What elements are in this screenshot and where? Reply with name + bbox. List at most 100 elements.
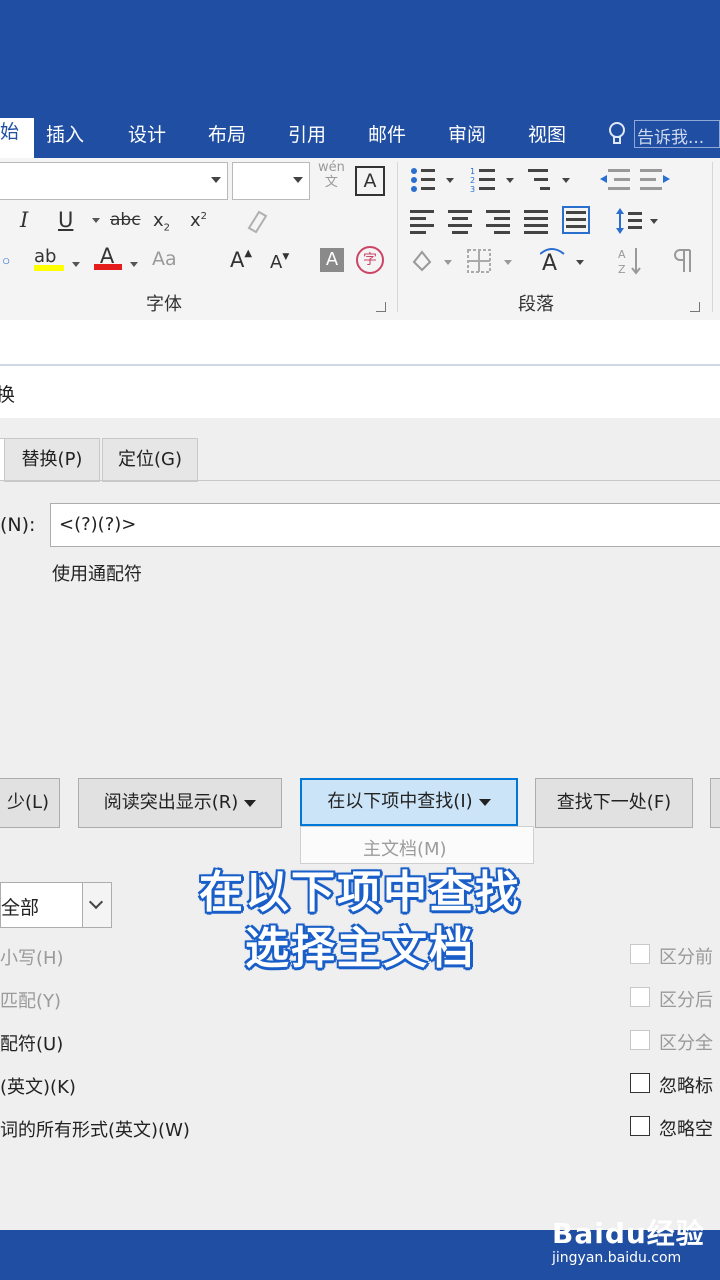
chevron-down-icon[interactable] (72, 262, 80, 267)
find-next-button[interactable]: 查找下一处(F) (535, 778, 693, 828)
chevron-down-icon (244, 799, 257, 807)
checkbox-match-width[interactable] (630, 1030, 650, 1050)
option-whole-word[interactable]: 字匹配(Y) (0, 987, 61, 1013)
phonetic-guide-bottom: 文 (324, 175, 338, 190)
find-in-button[interactable]: 在以下项中查找(I) (300, 778, 518, 826)
paragraph-group-label: 段落 (518, 294, 554, 315)
option-whole-word-label: 字匹配(Y) (0, 991, 62, 1012)
phonetic-guide-top: wén (318, 160, 345, 175)
font-color-button[interactable]: A (94, 244, 122, 270)
text-effects-fragment-icon[interactable]: ◦ (0, 250, 12, 274)
chevron-down-icon[interactable] (130, 262, 138, 267)
caption-line-1: 在以下项中查找 (199, 867, 521, 918)
tab-mailings[interactable]: 邮件 (368, 120, 406, 147)
decrease-indent-icon[interactable] (598, 166, 632, 194)
dialog-title-bar: 换 (0, 366, 720, 418)
tell-me-search[interactable]: 告诉我... (606, 118, 720, 148)
svg-text:3: 3 (470, 185, 475, 194)
reading-highlight-button[interactable]: 阅读突出显示(R) (78, 778, 282, 828)
paragraph-shading-icon[interactable] (410, 248, 456, 276)
chevron-down-icon (478, 798, 491, 806)
numbering-icon[interactable]: 1 2 3 (470, 166, 520, 194)
tab-layout[interactable]: 布局 (208, 120, 246, 147)
ribbon-tabs: 始 插入 设计 布局 引用 邮件 审阅 视图 告诉我... (0, 110, 720, 158)
option-match-suffix-label: 区分后 (659, 990, 713, 1011)
align-right-icon[interactable] (486, 208, 514, 234)
superscript-x: x (190, 210, 201, 231)
tab-review[interactable]: 审阅 (448, 120, 486, 147)
grow-font-button[interactable]: A▲ (230, 248, 252, 272)
increase-indent-icon[interactable] (638, 166, 672, 194)
font-name-combo[interactable] (0, 162, 228, 200)
tab-replace[interactable]: 替换(P) (4, 438, 100, 482)
sort-icon[interactable]: AZ (616, 246, 646, 276)
cancel-button[interactable] (710, 778, 720, 828)
group-separator (712, 162, 713, 312)
asian-layout-icon[interactable]: A (540, 246, 590, 276)
line-spacing-icon[interactable] (614, 206, 660, 236)
bullets-icon[interactable] (410, 166, 470, 194)
chevron-down-icon[interactable] (92, 218, 100, 223)
tab-view[interactable]: 视图 (528, 120, 566, 147)
lightbulb-icon (609, 122, 625, 144)
strikethrough-button[interactable]: abc (110, 210, 141, 230)
options-note: 使用通配符 (52, 564, 142, 585)
enclosed-char-button[interactable]: 字 (356, 246, 384, 274)
svg-text:1: 1 (470, 167, 475, 176)
show-marks-icon[interactable] (670, 246, 700, 276)
checkbox-ignore-punctuation[interactable] (630, 1073, 650, 1093)
enclose-char-icon[interactable]: A (355, 166, 385, 196)
char-shading-button[interactable]: A (320, 248, 344, 272)
find-what-input[interactable]: <(?)(?)> (50, 503, 720, 547)
group-separator (397, 162, 398, 312)
font-group-label: 字体 (146, 294, 182, 315)
reading-highlight-label: 阅读突出显示(R) (103, 792, 239, 813)
superscript-button[interactable]: x2 (190, 210, 207, 231)
tab-design[interactable]: 设计 (128, 120, 166, 147)
option-wildcards[interactable]: 通配符(U) (0, 1030, 63, 1056)
option-sounds-like-label: 音(英文)(K) (0, 1077, 76, 1098)
svg-text:Z: Z (618, 263, 626, 276)
align-center-icon[interactable] (448, 208, 476, 234)
svg-text:2: 2 (470, 176, 475, 185)
option-match-width-label: 区分全 (659, 1033, 713, 1054)
option-ignore-space-label: 忽略空 (659, 1119, 713, 1140)
change-case-button[interactable]: Aa (152, 248, 177, 270)
checkbox-ignore-space[interactable] (630, 1116, 650, 1136)
subscript-x: x (153, 210, 164, 231)
tab-goto[interactable]: 定位(G) (102, 438, 198, 482)
tab-insert[interactable]: 插入 (46, 120, 84, 147)
paragraph-dialog-launcher-icon[interactable] (690, 302, 700, 312)
shrink-font-label: A (270, 252, 283, 273)
highlight-color-button[interactable]: ab (34, 246, 64, 271)
option-ignore-punctuation-label: 忽略标 (659, 1076, 713, 1097)
option-wildcards-label: 通配符(U) (0, 1034, 64, 1055)
font-size-combo[interactable] (232, 162, 310, 200)
underline-button[interactable]: U (58, 208, 73, 232)
phonetic-guide-icon[interactable]: wén 文 (318, 160, 345, 190)
font-dialog-launcher-icon[interactable] (376, 302, 386, 312)
distributed-icon[interactable] (562, 206, 592, 236)
tell-me-placeholder: 告诉我... (637, 128, 705, 148)
find-what-label: (N): (0, 514, 36, 536)
less-button[interactable]: 少(L) (0, 778, 60, 828)
option-all-word-forms[interactable]: 单词的所有形式(英文)(W) (0, 1116, 190, 1142)
tell-me-box[interactable]: 告诉我... (634, 120, 720, 148)
caption-line-2: 选择主文档 (245, 923, 475, 974)
align-left-icon[interactable] (410, 208, 438, 234)
tab-references[interactable]: 引用 (288, 120, 326, 147)
subscript-button[interactable]: x2 (153, 210, 170, 234)
find-in-label: 在以下项中查找(I) (327, 791, 473, 812)
baidu-logo: Baidu经验 (552, 1217, 705, 1250)
italic-button[interactable]: I (20, 208, 28, 232)
chevron-down-icon (211, 177, 221, 183)
justify-icon[interactable] (524, 208, 552, 234)
checkbox-match-suffix[interactable] (630, 987, 650, 1007)
multilevel-list-icon[interactable] (526, 166, 576, 194)
borders-icon[interactable] (466, 248, 518, 276)
shrink-font-button[interactable]: A▼ (270, 252, 289, 273)
baidu-watermark: Baidu经验 jingyan.baidu.com (552, 1212, 705, 1266)
clear-format-icon[interactable] (244, 206, 270, 234)
option-sounds-like[interactable]: 音(英文)(K) (0, 1073, 76, 1099)
tab-home[interactable]: 始 (0, 118, 34, 158)
